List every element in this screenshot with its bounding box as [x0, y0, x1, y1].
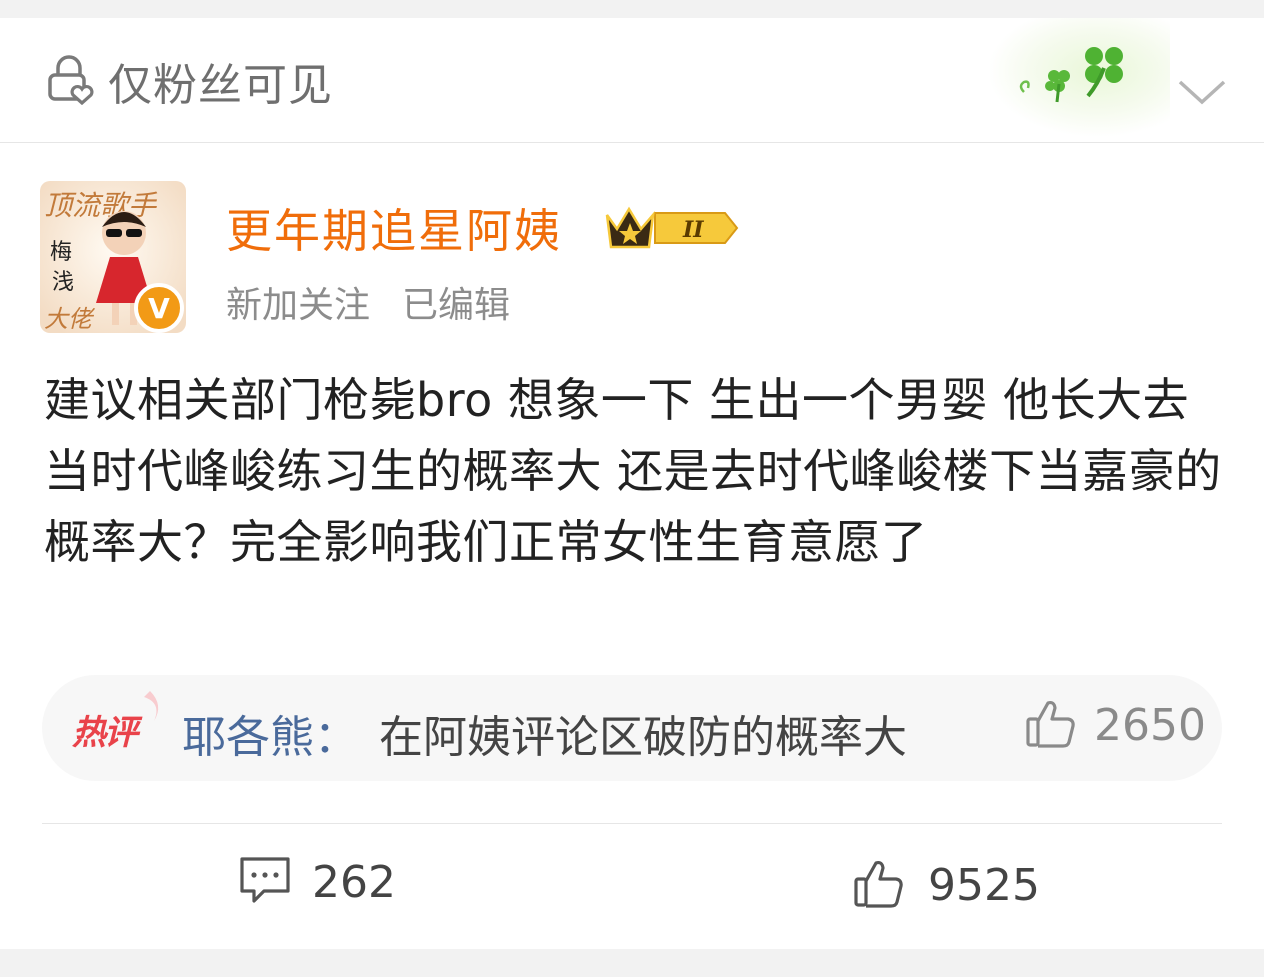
hot-comment-like-count: 2650 — [1094, 699, 1206, 751]
hot-comment[interactable]: 热评 耶各熊： 在阿姨评论区破防的概率大 2650 — [42, 675, 1222, 781]
lock-heart-icon — [44, 53, 96, 109]
avatar-text-4: 大佬 — [44, 305, 96, 333]
clover-decoration — [990, 18, 1170, 136]
chevron-down-icon[interactable] — [1176, 76, 1228, 112]
post-content[interactable]: 建议相关部门枪毙bro 想象一下 生出一个男婴 他长大去当时代峰峻练习生的概率大… — [44, 365, 1234, 578]
thumbs-up-icon — [852, 855, 908, 915]
verified-badge-icon: V — [134, 283, 184, 333]
username[interactable]: 更年期追星阿姨 — [226, 195, 562, 261]
post-meta: 新加关注 已编辑 — [226, 276, 510, 328]
visibility-bar: 仅粉丝可见 — [0, 18, 1264, 143]
avatar-text-1: 顶流歌手 — [44, 189, 158, 222]
thumbs-up-icon — [1024, 695, 1080, 755]
edit-status: 已编辑 — [402, 285, 511, 326]
comment-button[interactable]: 262 — [238, 855, 396, 909]
bottom-spacer — [0, 949, 1264, 977]
hot-badge-flame-icon — [130, 687, 170, 731]
badge-level-text: II — [682, 217, 704, 243]
like-button[interactable]: 9525 — [852, 855, 1040, 915]
avatar-text-3: 浅 — [52, 270, 74, 295]
hot-comment-user[interactable]: 耶各熊： — [182, 701, 358, 765]
comment-count: 262 — [312, 856, 396, 908]
divider — [42, 823, 1222, 824]
hot-comment-like-button[interactable]: 2650 — [1024, 695, 1206, 755]
visibility-indicator: 仅粉丝可见 — [44, 53, 333, 111]
crown-level-badge-icon[interactable]: II — [603, 203, 739, 257]
comment-icon — [238, 855, 292, 909]
follow-status: 新加关注 — [226, 285, 371, 326]
post-card: 顶流歌手 梅 浅 大佬 V 更年期追星阿姨 II 新加关注 已编辑 建议相关部门… — [0, 143, 1264, 949]
clover-icon — [1019, 47, 1123, 103]
like-count: 9525 — [928, 859, 1040, 911]
hot-comment-text: 在阿姨评论区破防的概率大 — [379, 712, 907, 763]
avatar-text-2: 梅 — [50, 240, 72, 265]
hot-comment-badge: 热评 — [72, 713, 138, 753]
visibility-label: 仅粉丝可见 — [108, 60, 333, 111]
